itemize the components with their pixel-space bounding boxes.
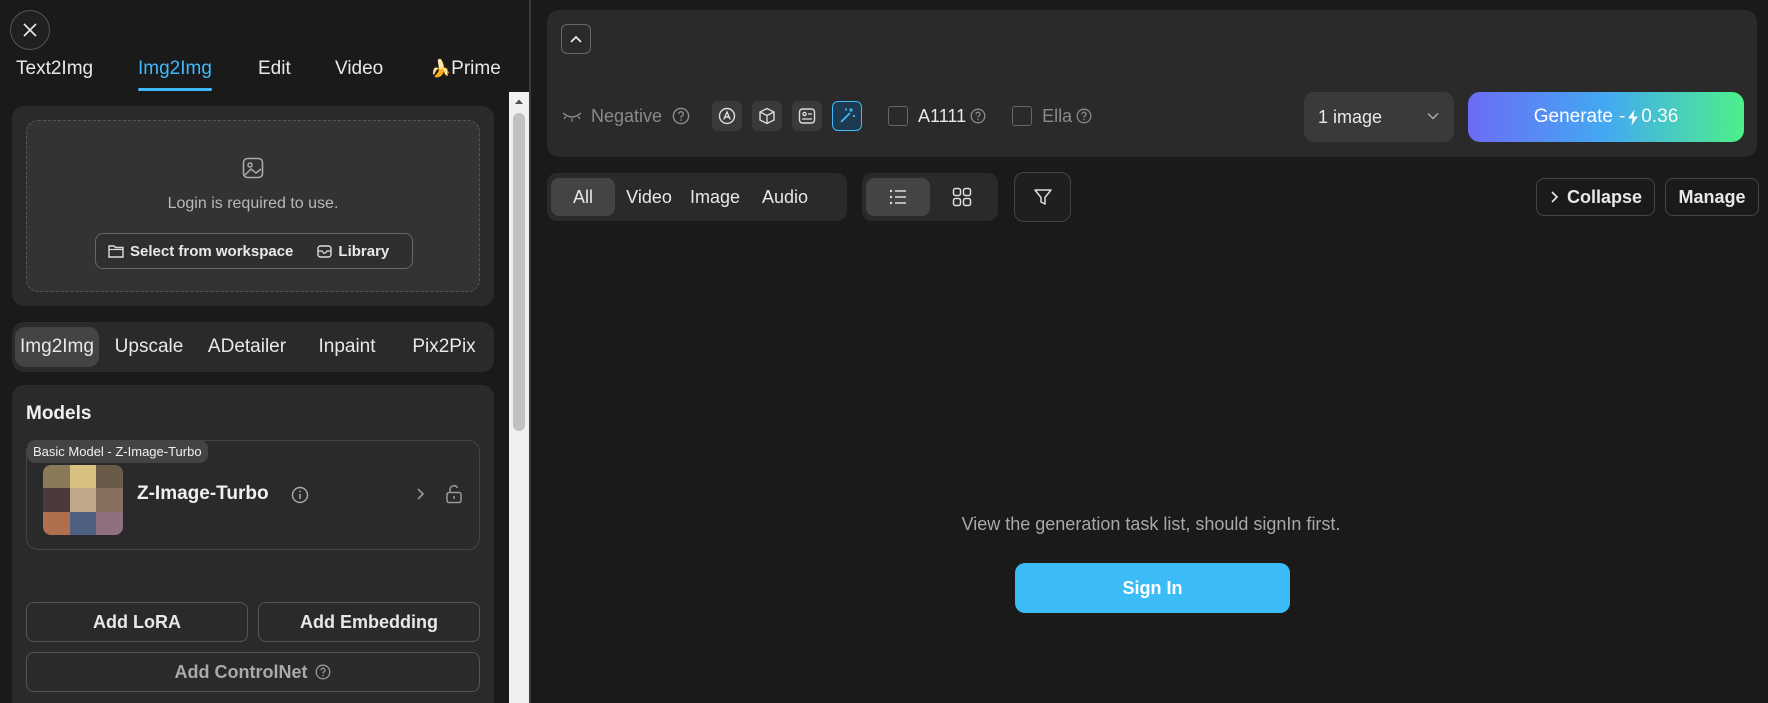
help-icon xyxy=(316,664,331,680)
image-to-prompt-button[interactable] xyxy=(792,101,823,131)
tab-text2img[interactable]: Text2Img xyxy=(16,58,93,80)
view-mode-toggle xyxy=(862,173,998,221)
folder-icon xyxy=(108,245,124,258)
tab-edit[interactable]: Edit xyxy=(258,58,291,80)
filter-video[interactable]: Video xyxy=(619,178,679,216)
task-type-filter: All Video Image Audio xyxy=(547,173,847,221)
filter-all[interactable]: All xyxy=(551,178,615,216)
a1111-checkbox[interactable] xyxy=(888,106,909,126)
a1111-label: A1111 xyxy=(918,105,967,126)
prompt-card: Negative A1111 Ella 1 image Generate - 0… xyxy=(547,10,1757,157)
scroll-up-arrow-icon[interactable] xyxy=(509,92,529,110)
magic-wand-icon xyxy=(840,108,856,123)
model-badge: Basic Model - Z-Image-Turbo xyxy=(27,440,208,463)
prompt-options-row: Negative A1111 Ella xyxy=(561,101,1092,131)
list-view-button[interactable] xyxy=(866,178,930,216)
mode-tab-adetailer[interactable]: ADetailer xyxy=(197,327,297,367)
image-count-select[interactable]: 1 image xyxy=(1304,92,1454,142)
image-icon xyxy=(27,157,479,179)
grid-view-button[interactable] xyxy=(930,178,994,216)
help-icon[interactable] xyxy=(1076,108,1092,124)
image-card-icon xyxy=(798,108,816,124)
add-lora-button[interactable]: Add LoRA xyxy=(26,602,248,642)
translate-icon xyxy=(718,107,736,125)
filter-audio[interactable]: Audio xyxy=(751,178,819,216)
add-embedding-button[interactable]: Add Embedding xyxy=(258,602,480,642)
login-required-text: Login is required to use. xyxy=(167,195,339,212)
chevron-up-icon xyxy=(570,35,582,43)
filter-image[interactable]: Image xyxy=(683,178,747,216)
library-label: Library xyxy=(338,242,390,260)
upload-card: Login is required to use. Select from wo… xyxy=(12,106,494,306)
chevron-down-icon xyxy=(1427,112,1439,120)
close-button[interactable] xyxy=(10,10,50,50)
negative-label[interactable]: Negative xyxy=(591,106,662,127)
mode-tab-pix2pix[interactable]: Pix2Pix xyxy=(398,327,490,367)
collapse-button[interactable]: Collapse xyxy=(1536,178,1655,216)
generate-cost-value: 0.36 xyxy=(1641,106,1679,127)
panel-divider[interactable] xyxy=(529,0,531,703)
select-from-workspace-button[interactable]: Select from workspace xyxy=(96,234,305,268)
help-icon[interactable] xyxy=(672,107,690,125)
upload-dropzone[interactable]: Login is required to use. Select from wo… xyxy=(26,120,480,292)
tab-video[interactable]: Video xyxy=(335,58,383,80)
banana-icon: 🍌 xyxy=(430,59,452,78)
generate-cost: - 0.36 xyxy=(1619,106,1678,128)
grid-icon xyxy=(952,187,972,207)
tab-img2img[interactable]: Img2Img xyxy=(138,58,212,91)
generate-cost-prefix: - xyxy=(1618,106,1626,127)
image-count-value: 1 image xyxy=(1318,106,1383,127)
translate-button[interactable] xyxy=(712,101,743,131)
left-panel: Text2Img Img2Img Edit Video 🍌Prime Login… xyxy=(0,0,510,703)
info-icon[interactable] xyxy=(291,486,309,509)
manage-button[interactable]: Manage xyxy=(1665,178,1759,216)
cube-icon xyxy=(759,107,775,125)
tab-prime[interactable]: 🍌Prime xyxy=(430,58,501,80)
add-controlnet-button[interactable]: Add ControlNet xyxy=(26,652,480,692)
tab-prime-label: Prime xyxy=(451,58,501,79)
eye-closed-icon[interactable] xyxy=(561,109,583,123)
sign-in-button[interactable]: Sign In xyxy=(1015,563,1290,613)
ella-checkbox[interactable] xyxy=(1012,106,1033,126)
chevron-right-icon xyxy=(1551,191,1559,203)
ella-label: Ella xyxy=(1042,105,1073,126)
add-controlnet-label: Add ControlNet xyxy=(174,661,308,682)
expand-prompt-button[interactable] xyxy=(561,24,591,54)
model-name: Z-Image-Turbo xyxy=(137,483,269,504)
filter-button[interactable] xyxy=(1014,172,1071,222)
model-thumbnail xyxy=(43,465,123,535)
mode-tab-inpaint[interactable]: Inpaint xyxy=(302,327,392,367)
help-icon[interactable] xyxy=(970,108,986,124)
library-button[interactable]: Library xyxy=(305,234,401,268)
random-prompt-button[interactable] xyxy=(752,101,783,131)
unlock-icon[interactable] xyxy=(445,484,463,509)
collapse-label: Collapse xyxy=(1566,186,1643,207)
mode-tabs: Img2Img Upscale ADetailer Inpaint Pix2Pi… xyxy=(12,322,494,372)
library-icon xyxy=(317,245,333,258)
funnel-icon xyxy=(1033,189,1052,205)
generate-label: Generate xyxy=(1533,106,1613,127)
top-tabs: Text2Img Img2Img Edit Video 🍌Prime xyxy=(16,58,506,92)
models-title: Models xyxy=(26,403,92,424)
upload-button-group: Select from workspace Library xyxy=(95,233,413,269)
mode-tab-upscale[interactable]: Upscale xyxy=(104,327,194,367)
generate-button[interactable]: Generate - 0.36 xyxy=(1468,92,1744,142)
lightning-icon xyxy=(1628,109,1639,125)
list-icon xyxy=(889,189,906,205)
model-selector[interactable]: Basic Model - Z-Image-Turbo Z-Image-Turb… xyxy=(26,440,480,550)
empty-task-message: View the generation task list, should si… xyxy=(961,514,1341,534)
mode-tab-img2img[interactable]: Img2Img xyxy=(15,327,99,367)
magic-enhance-button[interactable] xyxy=(832,101,863,131)
close-icon xyxy=(23,23,37,37)
select-from-workspace-label: Select from workspace xyxy=(130,242,294,260)
chevron-right-icon[interactable] xyxy=(415,486,427,507)
models-card: Models Basic Model - Z-Image-Turbo Z-Ima… xyxy=(12,385,494,703)
scrollbar-thumb[interactable] xyxy=(513,113,525,431)
